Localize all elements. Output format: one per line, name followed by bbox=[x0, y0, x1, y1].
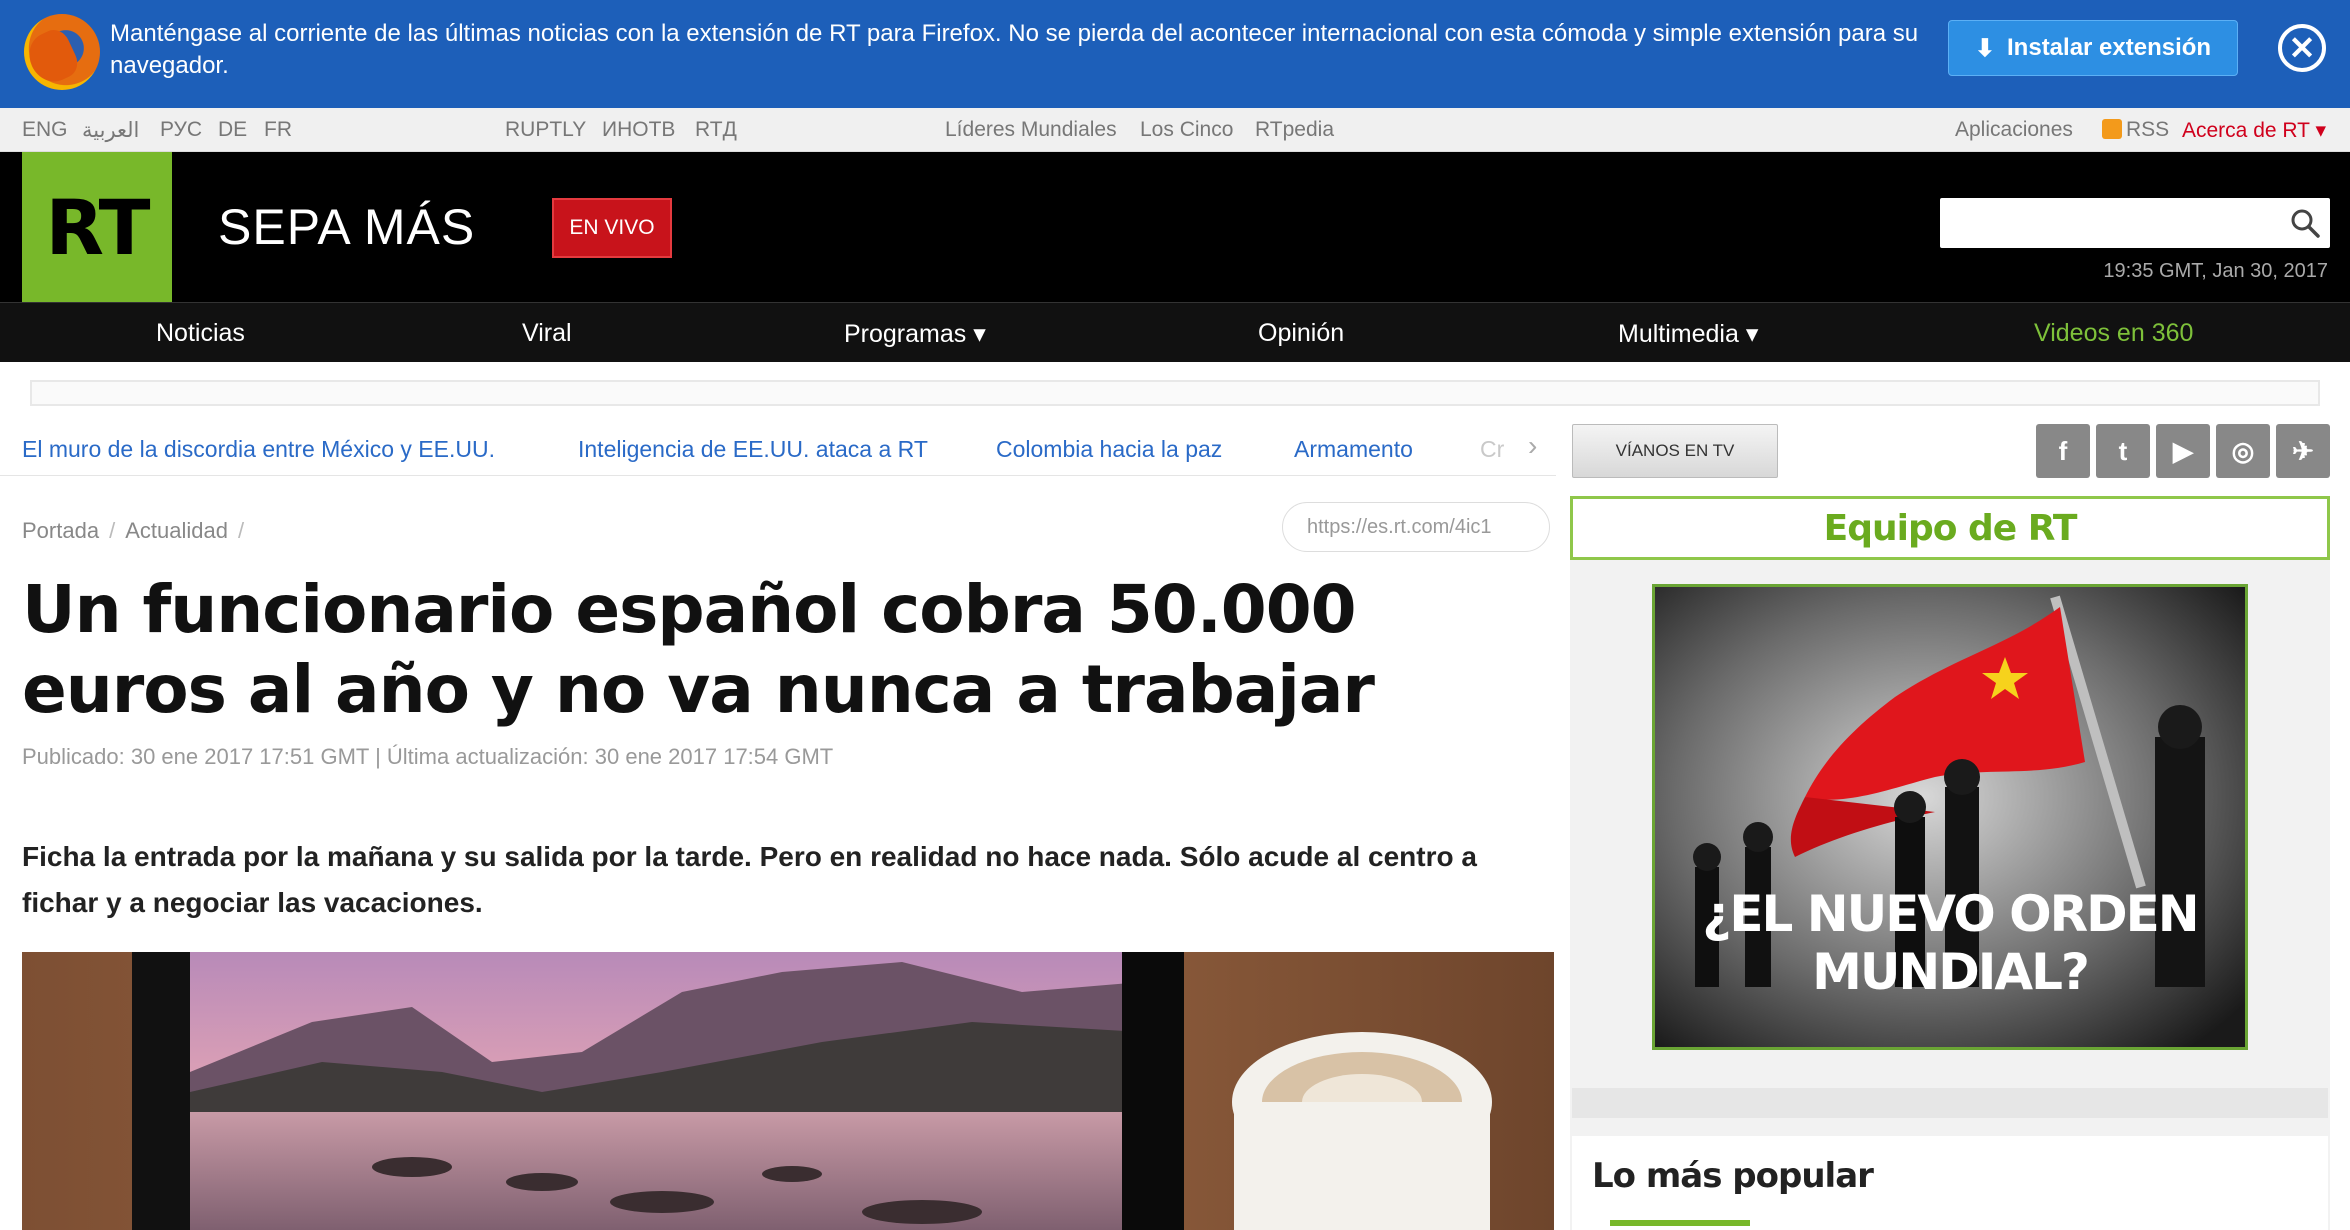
popular-section: Lo más popular bbox=[1572, 1136, 2328, 1230]
project-link-inotv[interactable]: ИНОТВ bbox=[602, 118, 675, 142]
popular-title: Lo más popular bbox=[1592, 1156, 1874, 1196]
section-link-lideres[interactable]: Líderes Mundiales bbox=[945, 118, 1117, 142]
promo-banner[interactable]: ¿EL NUEVO ORDEN MUNDIAL? bbox=[1652, 584, 2248, 1050]
extension-banner-text: Manténgase al corriente de las últimas n… bbox=[110, 20, 1919, 79]
article-lead: Ficha la entrada por la mañana y su sali… bbox=[22, 841, 1477, 918]
telegram-icon[interactable]: ✈ bbox=[2276, 424, 2330, 478]
lang-link-ru[interactable]: РУС bbox=[160, 118, 202, 142]
nav-item-programas[interactable]: Programas ▾ bbox=[844, 319, 986, 349]
extension-banner: Manténgase al corriente de las últimas n… bbox=[0, 0, 2350, 108]
rss-link[interactable]: RSS bbox=[2102, 118, 2169, 142]
rt-logo[interactable]: RT bbox=[22, 152, 172, 302]
apps-link[interactable]: Aplicaciones bbox=[1955, 118, 2073, 142]
nav-item-opinion[interactable]: Opinión bbox=[1258, 319, 1344, 348]
article-photo-illustration bbox=[22, 952, 1554, 1230]
section-link-rtpedia[interactable]: RTpedia bbox=[1255, 118, 1334, 142]
facebook-icon[interactable]: f bbox=[2036, 424, 2090, 478]
popular-underline bbox=[1610, 1220, 1750, 1226]
breadcrumb: Portada / Actualidad / bbox=[22, 518, 245, 543]
firefox-logo-icon bbox=[24, 14, 100, 90]
article-image bbox=[22, 952, 1554, 1230]
header-datetime: 19:35 GMT, Jan 30, 2017 bbox=[2103, 260, 2328, 282]
site-tagline: SEPA MÁS bbox=[218, 199, 476, 255]
short-url-field[interactable]: https://es.rt.com/4ic1 bbox=[1282, 502, 1550, 552]
chevron-right-icon[interactable]: › bbox=[1528, 430, 1537, 462]
sidebar-divider bbox=[1572, 1088, 2328, 1118]
lang-link-fr[interactable]: FR bbox=[264, 118, 292, 142]
nav-item-multimedia[interactable]: Multimedia ▾ bbox=[1618, 319, 1758, 349]
lang-link-eng[interactable]: ENG bbox=[22, 118, 68, 142]
breadcrumb-item-portada[interactable]: Portada bbox=[22, 518, 99, 543]
team-rt-box[interactable]: Equipo de RT bbox=[1570, 496, 2330, 560]
article-headline: Un funcionario español cobra 50.000 euro… bbox=[22, 571, 1375, 728]
promo-caption: ¿EL NUEVO ORDEN MUNDIAL? bbox=[1702, 885, 2199, 1001]
trending-link[interactable]: Inteligencia de EE.UU. ataca a RT bbox=[578, 436, 928, 463]
close-icon[interactable]: ✕ bbox=[2278, 24, 2326, 72]
install-extension-label: Instalar extensión bbox=[2007, 34, 2212, 61]
install-extension-button[interactable]: ⬇ Instalar extensión bbox=[1948, 20, 2238, 76]
watch-tv-button[interactable]: VÍANOS EN TV bbox=[1572, 424, 1778, 478]
publish-info: Publicado: 30 ene 2017 17:51 GMT | Últim… bbox=[22, 744, 834, 769]
section-link-loscinco[interactable]: Los Cinco bbox=[1140, 118, 1233, 142]
nav-item-noticias[interactable]: Noticias bbox=[156, 319, 245, 348]
main-nav: Noticias Viral Programas ▾ Opinión Multi… bbox=[0, 302, 2350, 362]
site-header: RT SEPA MÁS EN VIVO 19:35 GMT, Jan 30, 2… bbox=[0, 152, 2350, 302]
ad-strip bbox=[30, 380, 2320, 406]
trending-links: El muro de la discordia entre México y E… bbox=[0, 422, 1556, 476]
nav-item-videos360[interactable]: Videos en 360 bbox=[2034, 319, 2193, 348]
search-icon[interactable] bbox=[2290, 208, 2320, 238]
project-link-ruptly[interactable]: RUPTLY bbox=[505, 118, 586, 142]
twitter-icon[interactable]: t bbox=[2096, 424, 2150, 478]
trending-link[interactable]: Armamento bbox=[1294, 436, 1413, 463]
trending-link[interactable]: El muro de la discordia entre México y E… bbox=[22, 436, 495, 463]
lang-link-de[interactable]: DE bbox=[218, 118, 247, 142]
top-strip: ENG العربية РУС DE FR RUPTLY ИНОТВ RTД L… bbox=[0, 108, 2350, 152]
breadcrumb-item-actualidad[interactable]: Actualidad bbox=[125, 518, 228, 543]
trending-link[interactable]: Cr bbox=[1480, 436, 1504, 463]
live-button[interactable]: EN VIVO bbox=[552, 198, 672, 258]
nav-item-viral[interactable]: Viral bbox=[522, 319, 572, 348]
download-icon: ⬇ bbox=[1974, 34, 1996, 62]
lang-link-ar[interactable]: العربية bbox=[82, 118, 139, 143]
about-rt-link[interactable]: Acerca de RT ▾ bbox=[2182, 118, 2326, 143]
youtube-icon[interactable]: ▶ bbox=[2156, 424, 2210, 478]
instagram-icon[interactable]: ◎ bbox=[2216, 424, 2270, 478]
trending-link[interactable]: Colombia hacia la paz bbox=[996, 436, 1222, 463]
project-link-rtd[interactable]: RTД bbox=[695, 118, 737, 142]
rss-icon bbox=[2102, 119, 2122, 139]
search-input[interactable] bbox=[1940, 198, 2330, 248]
